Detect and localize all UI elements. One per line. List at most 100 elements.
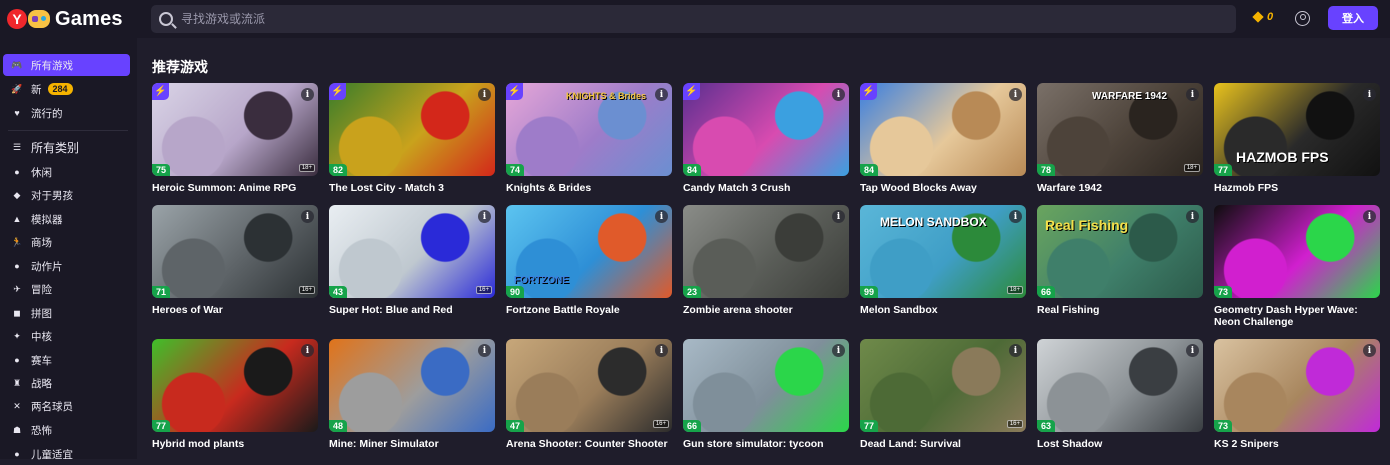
info-icon[interactable]: i: [478, 88, 491, 101]
game-thumbnail[interactable]: FORTZONE i 90: [506, 205, 672, 298]
game-card[interactable]: WARFARE 1942 i 78 18+ Warfare 1942: [1037, 83, 1203, 194]
sidebar-item[interactable]: ✈ 冒险: [3, 278, 130, 300]
info-icon[interactable]: i: [1009, 210, 1022, 223]
game-card[interactable]: i 63 Lost Shadow: [1037, 339, 1203, 450]
game-title[interactable]: The Lost City - Match 3: [329, 182, 495, 194]
game-thumbnail[interactable]: KNIGHTS & Brides ⚡ i 74: [506, 83, 672, 176]
sidebar-item[interactable]: ● 动作片: [3, 255, 130, 277]
game-card[interactable]: i 48 Mine: Miner Simulator: [329, 339, 495, 450]
game-title[interactable]: Dead Land: Survival: [860, 438, 1026, 450]
game-card[interactable]: MELON SANDBOX i 99 18+ Melon Sandbox: [860, 205, 1026, 316]
game-card[interactable]: ⚡ i 84 Tap Wood Blocks Away: [860, 83, 1026, 194]
game-title[interactable]: Fortzone Battle Royale: [506, 304, 672, 316]
game-title[interactable]: Lost Shadow: [1037, 438, 1203, 450]
sidebar-item[interactable]: ✦ 中核: [3, 325, 130, 347]
game-thumbnail[interactable]: Real Fishing i 66: [1037, 205, 1203, 298]
sidebar-item[interactable]: ● 休闲: [3, 161, 130, 183]
sidebar-item[interactable]: ✕ 两名球员: [3, 395, 130, 417]
info-icon[interactable]: i: [655, 344, 668, 357]
sidebar-item[interactable]: 🎮 所有游戏: [3, 54, 130, 76]
game-card[interactable]: i 43 16+ Super Hot: Blue and Red: [329, 205, 495, 316]
sidebar-item[interactable]: ● 儿童适宜: [3, 443, 130, 465]
game-title[interactable]: Hazmob FPS: [1214, 182, 1380, 194]
sidebar-item[interactable]: ♥ 流行的: [3, 102, 130, 124]
game-thumbnail[interactable]: i 63: [1037, 339, 1203, 432]
game-title[interactable]: Geometry Dash Hyper Wave: Neon Challenge: [1214, 304, 1380, 328]
info-icon[interactable]: i: [832, 210, 845, 223]
game-card[interactable]: KNIGHTS & Brides ⚡ i 74 Knights & Brides: [506, 83, 672, 194]
info-icon[interactable]: i: [478, 344, 491, 357]
info-icon[interactable]: i: [655, 210, 668, 223]
info-icon[interactable]: i: [832, 88, 845, 101]
login-button[interactable]: 登入: [1328, 6, 1378, 30]
search-input[interactable]: [181, 12, 1081, 26]
game-thumbnail[interactable]: ⚡ i 82: [329, 83, 495, 176]
info-icon[interactable]: i: [1186, 344, 1199, 357]
game-thumbnail[interactable]: i 73: [1214, 339, 1380, 432]
search-bar[interactable]: [151, 5, 1236, 33]
game-card[interactable]: ⚡ i 84 Candy Match 3 Crush: [683, 83, 849, 194]
sidebar-item[interactable]: ☰ 所有类别: [3, 136, 130, 158]
game-title[interactable]: Warfare 1942: [1037, 182, 1203, 194]
sidebar-item[interactable]: 🚀 新 284: [3, 78, 130, 100]
info-icon[interactable]: i: [1186, 88, 1199, 101]
game-title[interactable]: KS 2 Snipers: [1214, 438, 1380, 450]
game-thumbnail[interactable]: ⚡ i 84: [860, 83, 1026, 176]
game-card[interactable]: HAZMOB FPS i 77 Hazmob FPS: [1214, 83, 1380, 194]
sidebar-item[interactable]: ◼ 拼图: [3, 302, 130, 324]
game-title[interactable]: Zombie arena shooter: [683, 304, 849, 316]
game-thumbnail[interactable]: MELON SANDBOX i 99 18+: [860, 205, 1026, 298]
game-title[interactable]: Arena Shooter: Counter Shooter: [506, 438, 672, 450]
game-card[interactable]: i 77 Hybrid mod plants: [152, 339, 318, 450]
info-icon[interactable]: i: [1363, 88, 1376, 101]
user-icon[interactable]: [1295, 11, 1310, 26]
game-title[interactable]: Super Hot: Blue and Red: [329, 304, 495, 316]
game-card[interactable]: i 73 Geometry Dash Hyper Wave: Neon Challe…: [1214, 205, 1380, 328]
game-thumbnail[interactable]: i 71 16+: [152, 205, 318, 298]
game-title[interactable]: Hybrid mod plants: [152, 438, 318, 450]
sidebar-item[interactable]: ● 赛车: [3, 349, 130, 371]
game-title[interactable]: Gun store simulator: tycoon: [683, 438, 849, 450]
info-icon[interactable]: i: [478, 210, 491, 223]
game-thumbnail[interactable]: ⚡ i 75 18+: [152, 83, 318, 176]
coin-balance[interactable]: 0: [1252, 11, 1273, 23]
game-card[interactable]: ⚡ i 75 18+ Heroic Summon: Anime RPG: [152, 83, 318, 194]
game-card[interactable]: i 66 Gun store simulator: tycoon: [683, 339, 849, 450]
game-card[interactable]: i 47 16+ Arena Shooter: Counter Shooter: [506, 339, 672, 450]
game-thumbnail[interactable]: WARFARE 1942 i 78 18+: [1037, 83, 1203, 176]
game-thumbnail[interactable]: ⚡ i 84: [683, 83, 849, 176]
info-icon[interactable]: i: [1009, 88, 1022, 101]
sidebar-item[interactable]: ☗ 恐怖: [3, 419, 130, 441]
game-title[interactable]: Candy Match 3 Crush: [683, 182, 849, 194]
game-title[interactable]: Mine: Miner Simulator: [329, 438, 495, 450]
info-icon[interactable]: i: [832, 344, 845, 357]
sidebar-item[interactable]: ◆ 对于男孩: [3, 184, 130, 206]
game-card[interactable]: Real Fishing i 66 Real Fishing: [1037, 205, 1203, 316]
info-icon[interactable]: i: [301, 344, 314, 357]
game-card[interactable]: i 77 16+ Dead Land: Survival: [860, 339, 1026, 450]
game-title[interactable]: Knights & Brides: [506, 182, 672, 194]
info-icon[interactable]: i: [1363, 210, 1376, 223]
game-title[interactable]: Melon Sandbox: [860, 304, 1026, 316]
game-thumbnail[interactable]: i 73: [1214, 205, 1380, 298]
game-thumbnail[interactable]: i 47 16+: [506, 339, 672, 432]
game-thumbnail[interactable]: i 77 16+: [860, 339, 1026, 432]
game-title[interactable]: Tap Wood Blocks Away: [860, 182, 1026, 194]
site-logo[interactable]: Y Games: [7, 8, 147, 31]
game-thumbnail[interactable]: i 43 16+: [329, 205, 495, 298]
game-thumbnail[interactable]: HAZMOB FPS i 77: [1214, 83, 1380, 176]
info-icon[interactable]: i: [655, 88, 668, 101]
sidebar-item[interactable]: 🏃 商场: [3, 231, 130, 253]
game-card[interactable]: ⚡ i 82 The Lost City - Match 3: [329, 83, 495, 194]
game-thumbnail[interactable]: i 48: [329, 339, 495, 432]
game-card[interactable]: i 73 KS 2 Snipers: [1214, 339, 1380, 450]
info-icon[interactable]: i: [1363, 344, 1376, 357]
game-thumbnail[interactable]: i 66: [683, 339, 849, 432]
info-icon[interactable]: i: [1186, 210, 1199, 223]
game-card[interactable]: i 23 Zombie arena shooter: [683, 205, 849, 316]
game-thumbnail[interactable]: i 23: [683, 205, 849, 298]
game-title[interactable]: Heroes of War: [152, 304, 318, 316]
game-title[interactable]: Heroic Summon: Anime RPG: [152, 182, 318, 194]
sidebar-item[interactable]: ▲ 模拟器: [3, 208, 130, 230]
info-icon[interactable]: i: [1009, 344, 1022, 357]
